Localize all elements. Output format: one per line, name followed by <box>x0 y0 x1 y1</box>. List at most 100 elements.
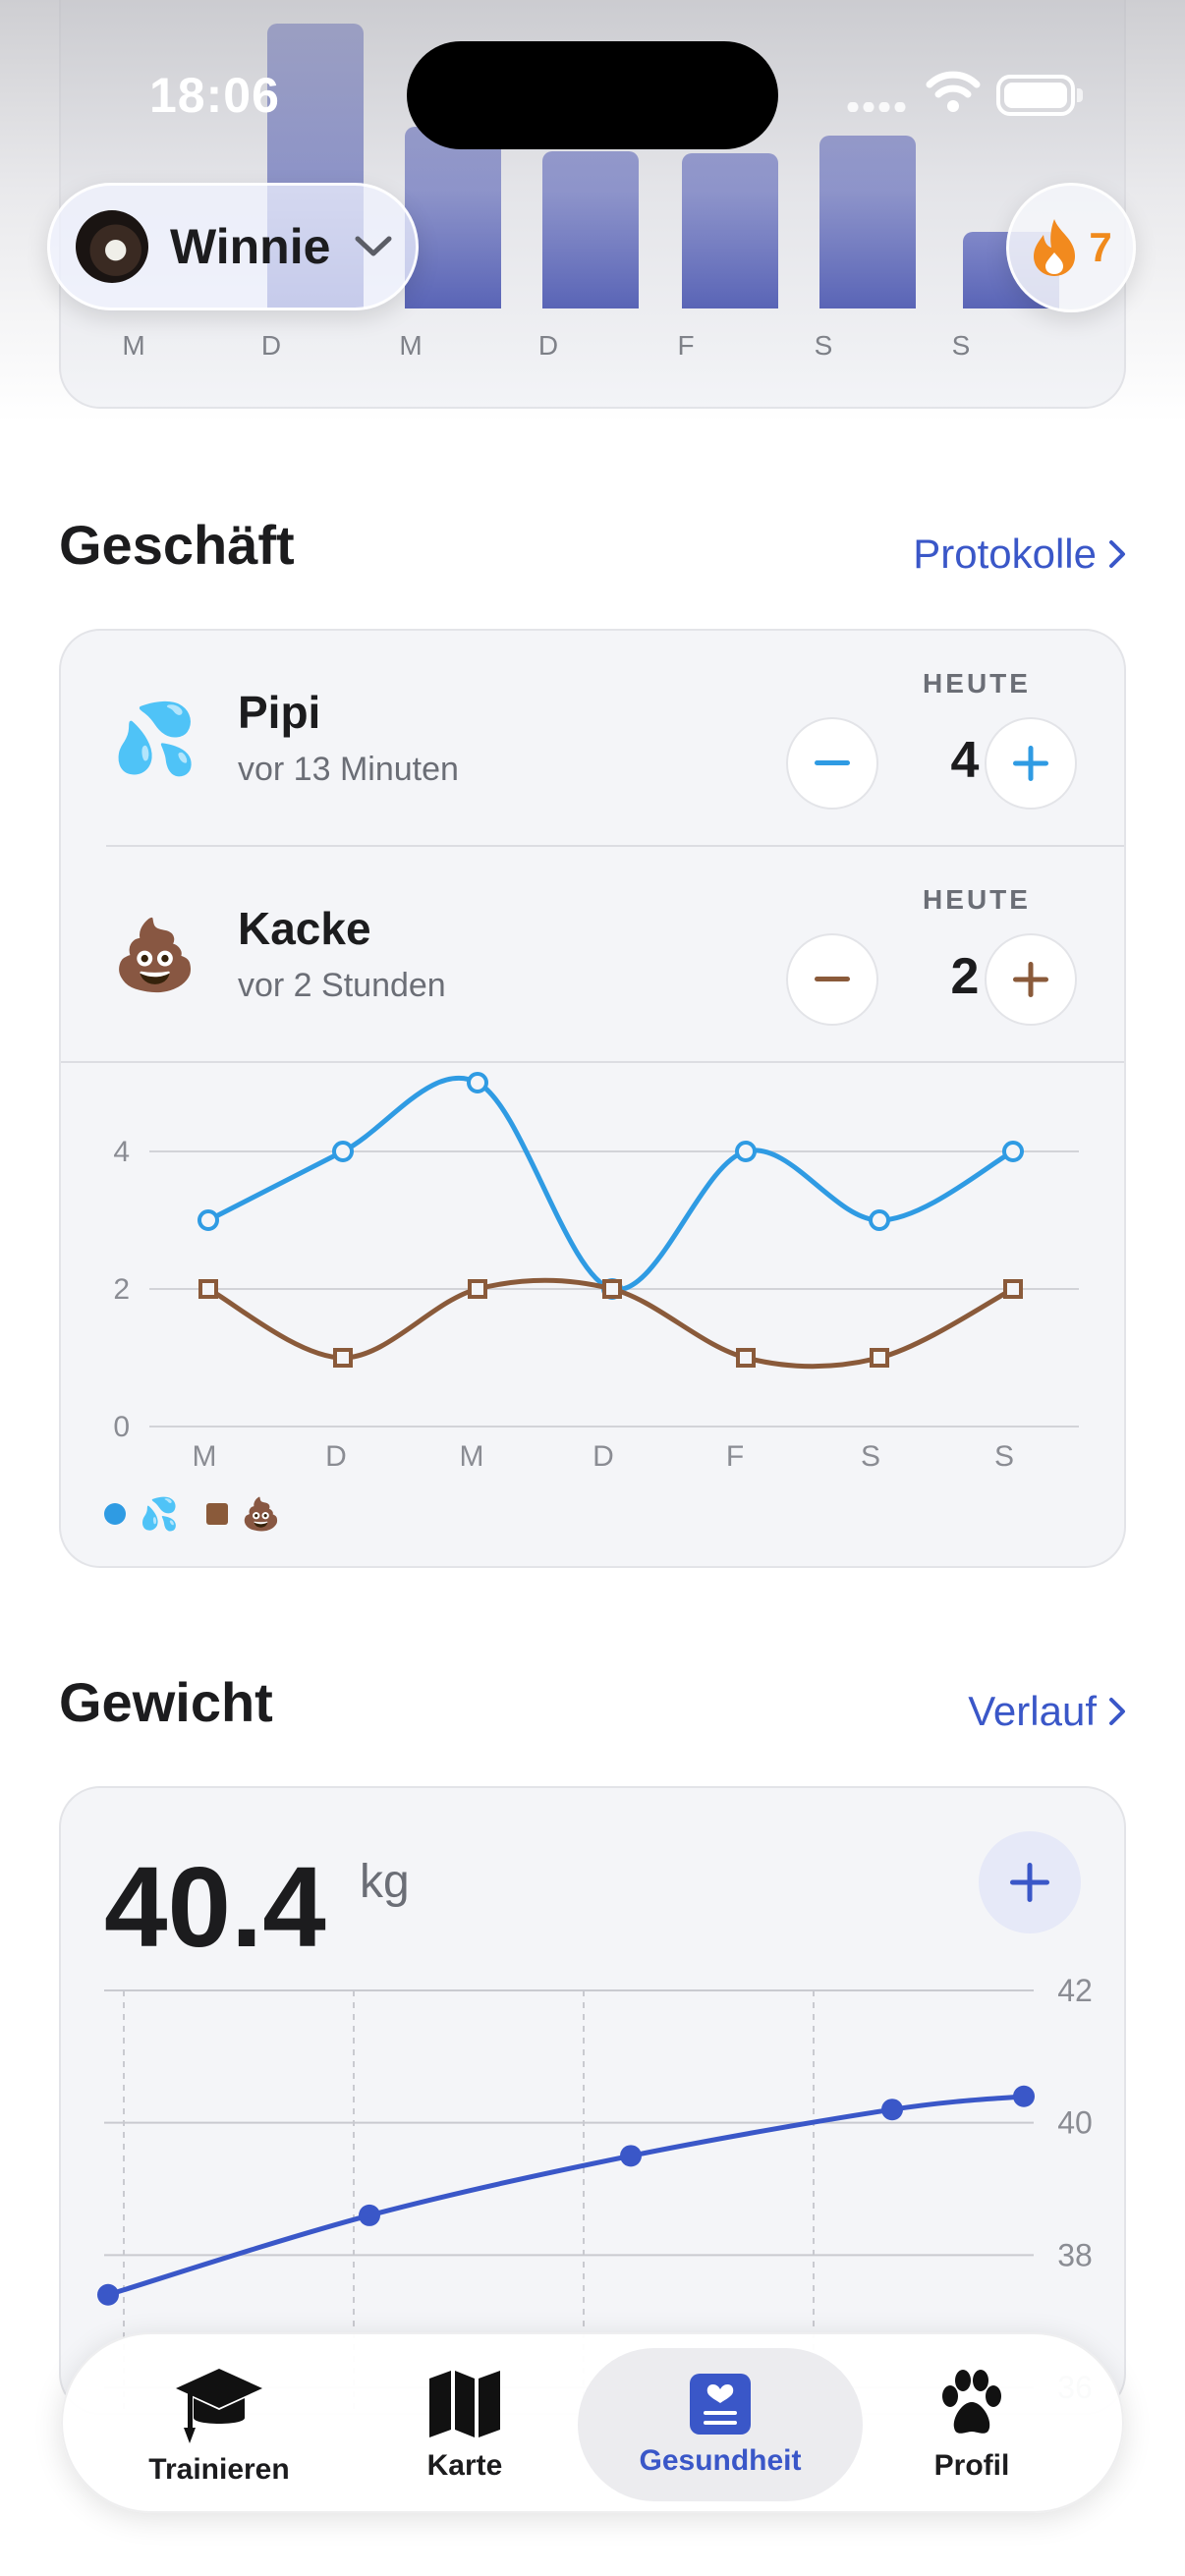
pipi-data-point <box>735 1141 757 1162</box>
tab-profil-label: Profil <box>933 2449 1010 2482</box>
add-weight-button[interactable] <box>979 1831 1081 1933</box>
y-tick-label: 38 <box>1057 2237 1093 2272</box>
minus-icon <box>815 760 850 765</box>
pipi-data-point <box>198 1209 219 1231</box>
weight-data-point <box>1013 2085 1035 2107</box>
protokolle-link[interactable]: Protokolle <box>913 531 1126 578</box>
plus-icon <box>1013 962 1048 997</box>
plus-icon <box>1010 1863 1049 1902</box>
weight-data-point <box>881 2099 903 2121</box>
tab-trainieren-label: Trainieren <box>148 2453 290 2486</box>
today-label: HEUTE <box>923 668 1031 699</box>
weight-unit: kg <box>360 1856 410 1908</box>
pipi-last-time: vor 13 Minuten <box>238 751 459 788</box>
day-label: M <box>399 330 423 361</box>
geschaeft-card: 💦 Pipi vor 13 Minuten HEUTE 4 💩 Kacke vo… <box>59 629 1126 1568</box>
pipi-increment-button[interactable] <box>985 717 1077 810</box>
pipi-data-point <box>467 1072 488 1093</box>
tab-karte[interactable]: Karte <box>332 2348 597 2501</box>
weight-data-point <box>359 2204 380 2226</box>
kacke-last-time: vor 2 Stunden <box>238 967 446 1004</box>
gewicht-card: 40.4 kg 42403836 <box>59 1786 1126 2415</box>
kacke-data-point <box>736 1348 756 1368</box>
pipi-decrement-button[interactable] <box>786 717 878 810</box>
kacke-decrement-button[interactable] <box>786 933 878 1026</box>
activity-bar <box>819 136 916 308</box>
activity-bar <box>682 153 778 308</box>
kacke-data-point <box>1003 1279 1023 1299</box>
x-tick-label: D <box>592 1440 614 1473</box>
section-title-geschaeft: Geschäft <box>59 514 295 576</box>
kacke-data-point <box>870 1348 889 1368</box>
tab-karte-label: Karte <box>426 2449 503 2482</box>
tab-trainieren[interactable]: Trainieren <box>86 2348 352 2501</box>
plus-icon <box>1013 746 1048 781</box>
pipi-data-point <box>869 1209 890 1231</box>
dog-avatar <box>76 210 148 283</box>
weight-data-point <box>97 2283 119 2306</box>
day-label: D <box>260 330 282 361</box>
geschaeft-chart: 0 2 4 M D M D F S S <box>113 1072 1079 1473</box>
tab-bar: Trainieren Karte Gesundheit Profil <box>61 2332 1124 2513</box>
legend-pipi-marker <box>104 1503 126 1525</box>
legend-kacke-label: 💩 <box>241 1496 281 1532</box>
chevron-down-icon <box>355 236 392 256</box>
verlauf-link[interactable]: Verlauf <box>968 1688 1126 1735</box>
chevron-right-icon <box>1109 1698 1125 1725</box>
y-tick-label: 42 <box>1057 1973 1093 2008</box>
y-tick-label: 0 <box>113 1411 130 1443</box>
kacke-data-point <box>333 1348 353 1368</box>
day-label: F <box>677 330 695 361</box>
pipi-data-point <box>332 1141 354 1162</box>
protokolle-link-label: Protokolle <box>913 531 1097 577</box>
weight-value: 40.4 <box>104 1843 326 1971</box>
x-tick-label: D <box>325 1440 347 1473</box>
pipi-title: Pipi <box>238 687 321 738</box>
map-icon <box>429 2371 500 2437</box>
activity-bar <box>405 127 501 308</box>
day-label: S <box>951 330 971 361</box>
kacke-title: Kacke <box>238 903 371 954</box>
dog-selector-button[interactable]: Winnie <box>47 183 419 310</box>
today-label: HEUTE <box>923 884 1031 915</box>
day-label: M <box>122 330 145 361</box>
dog-name: Winnie <box>170 219 331 274</box>
dynamic-island <box>407 41 778 149</box>
health-icon <box>690 2374 751 2435</box>
legend-kacke-marker <box>205 1503 228 1525</box>
x-tick-label: S <box>861 1440 880 1473</box>
kacke-row: 💩 Kacke vor 2 Stunden HEUTE 2 <box>61 847 1124 1063</box>
kacke-increment-button[interactable] <box>985 933 1077 1026</box>
status-time: 18:06 <box>149 68 280 123</box>
pipi-series-line <box>206 1075 1015 1292</box>
day-label: S <box>814 330 833 361</box>
tab-profil[interactable]: Profil <box>839 2348 1104 2501</box>
y-tick-label: 2 <box>113 1273 130 1306</box>
kacke-data-point <box>602 1279 622 1299</box>
x-tick-label: M <box>193 1440 217 1473</box>
activity-bar <box>542 151 639 308</box>
weight-data-point <box>620 2145 642 2167</box>
verlauf-link-label: Verlauf <box>968 1688 1097 1734</box>
paw-icon <box>942 2370 1001 2434</box>
battery-icon <box>996 75 1083 116</box>
pipi-emoji-icon: 💦 <box>112 700 198 777</box>
tab-gesundheit[interactable]: Gesundheit <box>578 2348 863 2501</box>
pipi-row: 💦 Pipi vor 13 Minuten HEUTE 4 <box>61 631 1124 847</box>
chart-legend: 💦 💩 <box>104 1495 281 1533</box>
streak-button[interactable]: 7 <box>1006 183 1136 312</box>
kacke-data-point <box>468 1279 487 1299</box>
cellular-icon <box>845 102 910 112</box>
weight-series-line <box>107 2094 1025 2298</box>
section-title-gewicht: Gewicht <box>59 1671 273 1733</box>
wifi-icon <box>926 71 981 112</box>
flame-icon <box>1034 219 1076 276</box>
y-tick-label: 4 <box>113 1136 130 1168</box>
tab-gesundheit-label: Gesundheit <box>639 2444 802 2477</box>
minus-icon <box>815 977 850 981</box>
kacke-data-point <box>198 1279 218 1299</box>
x-tick-label: S <box>994 1440 1014 1473</box>
y-tick-label: 40 <box>1057 2105 1093 2141</box>
x-tick-label: M <box>460 1440 484 1473</box>
x-tick-label: F <box>726 1440 744 1473</box>
